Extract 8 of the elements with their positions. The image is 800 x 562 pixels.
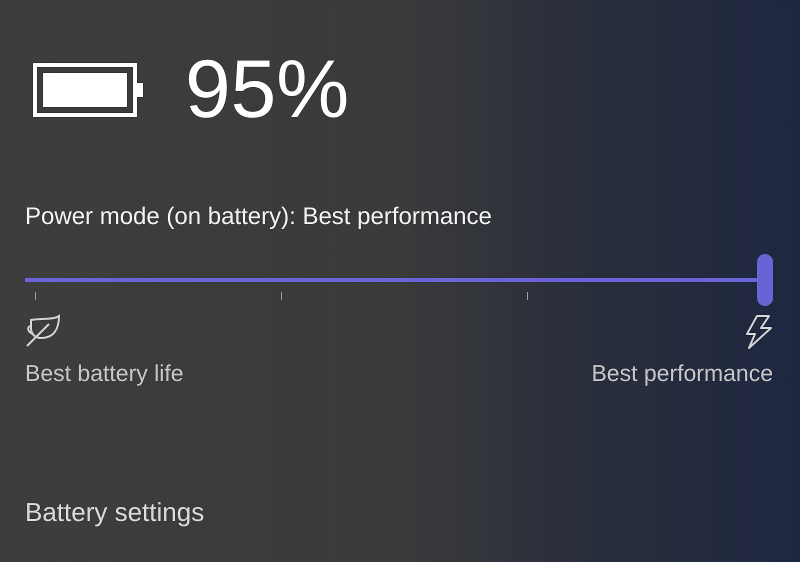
slider-thumb[interactable] (757, 254, 773, 306)
power-mode-label: Power mode (on battery): Best performance (25, 202, 493, 232)
battery-settings-link[interactable]: Battery settings (25, 497, 204, 528)
lightning-icon (743, 314, 773, 350)
battery-percent: 95% (185, 43, 350, 137)
min-label: Best battery life (25, 360, 184, 387)
max-label: Best performance (591, 360, 773, 387)
power-mode-slider[interactable] (25, 254, 773, 308)
